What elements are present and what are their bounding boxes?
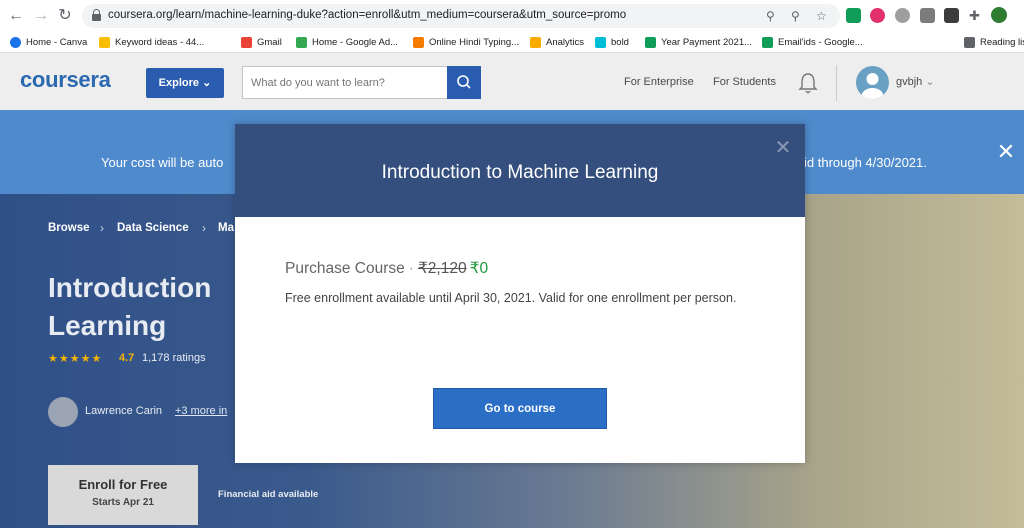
reading-list[interactable]: Reading list <box>964 35 1024 49</box>
search-input[interactable] <box>243 67 433 98</box>
bookmark-item[interactable]: Gmail <box>241 35 282 49</box>
old-price: ₹2,120 <box>417 260 467 277</box>
bookmark-item[interactable]: Online Hindi Typing... <box>413 35 519 49</box>
sheets-icon <box>645 36 656 48</box>
star-rating-icon: ★★★★★ <box>48 353 103 365</box>
explore-button[interactable]: Explore ⌄ <box>146 68 224 98</box>
instructor-name[interactable]: Lawrence Carin <box>85 405 162 417</box>
extension-icon[interactable] <box>895 8 910 23</box>
bookmarks-bar: Home - Canva Keyword ideas - 44... Gmail… <box>0 31 1024 53</box>
extension-icon[interactable] <box>920 8 935 23</box>
chevron-down-icon: ⌄ <box>202 77 212 89</box>
instructor-photo <box>48 397 78 427</box>
analytics-icon <box>530 36 541 48</box>
bookmark-item[interactable]: Analytics <box>530 35 584 49</box>
puzzle-icon[interactable]: ✚ <box>967 8 982 23</box>
banner-text: Your cost will be auto <box>101 155 224 170</box>
go-to-course-button[interactable]: Go to course <box>433 388 607 429</box>
star-icon[interactable]: ☆ <box>816 9 827 23</box>
profile-avatar-icon[interactable] <box>991 7 1007 23</box>
enrollment-description: Free enrollment available until April 30… <box>285 291 737 305</box>
coursera-logo[interactable]: coursera <box>20 67 111 93</box>
purchase-label: Purchase Course <box>285 260 405 277</box>
purchase-line: Purchase Course · ₹2,120 ₹0 <box>285 259 488 278</box>
lock-icon <box>92 9 101 21</box>
financial-aid-link[interactable]: Financial aid available <box>218 489 318 500</box>
bookmark-site-icon <box>99 36 110 48</box>
reload-icon[interactable]: ↻ <box>55 6 75 26</box>
new-price: ₹0 <box>469 260 489 277</box>
search-button[interactable] <box>447 66 481 99</box>
modal-title: Introduction to Machine Learning <box>381 162 659 183</box>
for-students-link[interactable]: For Students <box>713 76 776 88</box>
breadcrumb-data-science[interactable]: Data Science <box>117 222 189 234</box>
forward-arrow-icon[interactable]: → <box>31 6 51 26</box>
modal-header: Introduction to Machine Learning ✕ <box>235 124 805 217</box>
banner-text: id through 4/30/2021. <box>804 155 927 170</box>
search-box <box>242 66 448 99</box>
search-icon <box>457 75 471 89</box>
breadcrumb-current[interactable]: Ma <box>218 222 234 234</box>
browser-toolbar: ← → ↻ coursera.org/learn/machine-learnin… <box>0 0 1024 31</box>
bookmark-site-icon <box>413 36 424 48</box>
site-header: coursera Explore ⌄ For Enterprise For St… <box>0 53 1024 110</box>
bookmark-item[interactable]: Home - Google Ad... <box>296 35 398 49</box>
course-title: Introduction Learning <box>48 272 212 341</box>
for-enterprise-link[interactable]: For Enterprise <box>624 76 694 88</box>
bookmark-item[interactable]: Year Payment 2021... <box>645 35 752 49</box>
close-icon[interactable]: ✕ <box>994 140 1018 164</box>
extension-icon[interactable] <box>870 8 885 23</box>
bell-icon[interactable] <box>797 71 819 95</box>
chevron-down-icon: ⌄ <box>925 76 935 88</box>
bookmark-item[interactable]: Home - Canva <box>10 35 87 49</box>
bookmark-item[interactable]: Keyword ideas - 44... <box>99 35 204 49</box>
back-arrow-icon[interactable]: ← <box>6 6 26 26</box>
separator: · <box>408 260 414 277</box>
more-instructors-link[interactable]: +3 more in <box>175 405 227 417</box>
gmail-icon <box>241 36 252 48</box>
enroll-button[interactable]: Enroll for Free Starts Apr 21 <box>48 465 198 525</box>
bookmark-item[interactable]: bold <box>595 35 629 49</box>
rating-value: 4.7 <box>119 352 135 364</box>
username-menu[interactable]: gvbjh ⌄ <box>896 75 935 88</box>
address-bar[interactable]: coursera.org/learn/machine-learning-duke… <box>82 4 840 28</box>
url-text: coursera.org/learn/machine-learning-duke… <box>108 9 627 21</box>
header-divider <box>836 65 837 101</box>
key-icon[interactable]: ⚲ <box>766 9 775 23</box>
chevron-right-icon: › <box>100 221 104 235</box>
user-icon <box>861 73 884 99</box>
bookmark-site-icon <box>595 36 606 48</box>
chevron-right-icon: › <box>202 221 206 235</box>
avatar[interactable] <box>856 66 889 99</box>
enroll-modal: Introduction to Machine Learning ✕ Purch… <box>235 124 805 463</box>
ratings-count[interactable]: 1,178 ratings <box>142 352 206 364</box>
extension-icon[interactable] <box>846 8 861 23</box>
canva-icon <box>10 36 21 48</box>
close-icon[interactable]: ✕ <box>773 138 793 158</box>
extension-icon[interactable] <box>944 8 959 23</box>
sheets-icon <box>762 36 773 48</box>
zoom-icon[interactable]: ⚲ <box>791 9 800 23</box>
breadcrumb-browse[interactable]: Browse <box>48 222 90 234</box>
bookmark-item[interactable]: Email'ids - Google... <box>762 35 863 49</box>
reading-list-icon <box>964 36 975 48</box>
google-ads-icon <box>296 36 307 48</box>
